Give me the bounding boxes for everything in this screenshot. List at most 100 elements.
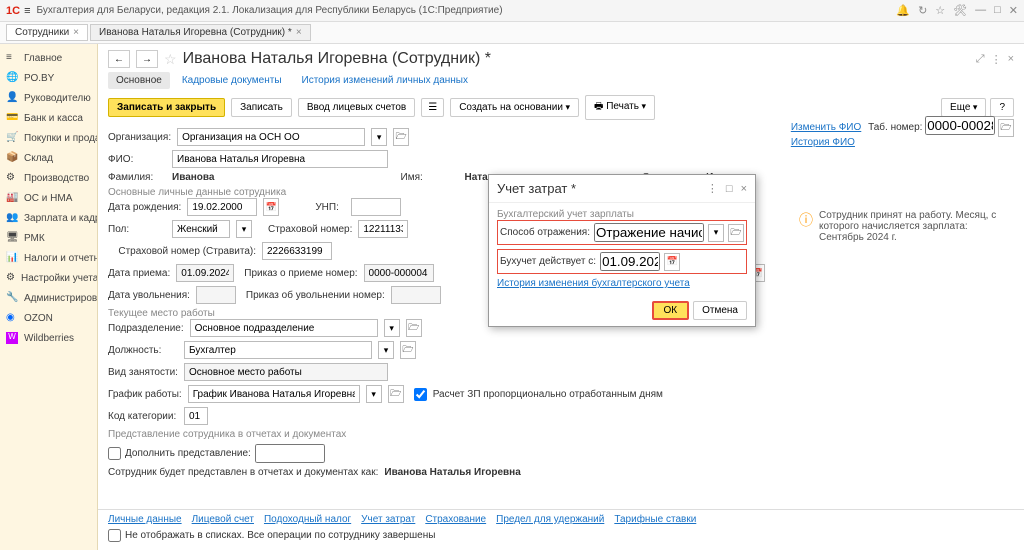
info-box: ⓘ Сотрудник принят на работу. Месяц, с к…: [799, 210, 1014, 243]
nav-roby[interactable]: 🌐РО.BY: [0, 68, 97, 88]
org-select[interactable]: [177, 128, 365, 146]
favorite-icon[interactable]: ☆: [164, 51, 177, 68]
open-icon[interactable]: 🗁: [406, 319, 422, 337]
forward-button[interactable]: →: [136, 50, 158, 68]
dropdown-icon[interactable]: ▾: [378, 341, 394, 359]
dropdown-icon[interactable]: ▾: [708, 224, 724, 242]
sex-select[interactable]: [172, 220, 230, 238]
ok-button[interactable]: ОК: [652, 301, 690, 320]
calendar-icon[interactable]: 📅: [263, 198, 279, 216]
fire-label: Дата увольнения:: [108, 290, 190, 301]
repr-input[interactable]: [255, 444, 325, 463]
dropdown-icon[interactable]: ▾: [384, 319, 400, 337]
nav-main[interactable]: ≡Главное: [0, 48, 97, 68]
nav-prod[interactable]: ⚙Производство: [0, 168, 97, 188]
tab-employees[interactable]: Сотрудники×: [6, 24, 88, 41]
more-button[interactable]: Еще: [941, 98, 986, 117]
hire-order-input[interactable]: [364, 264, 434, 282]
open-icon[interactable]: 🗁: [998, 119, 1014, 137]
hamburger-icon[interactable]: ≡: [24, 5, 30, 17]
nav-hr[interactable]: 👥Зарплата и кадры: [0, 208, 97, 228]
accounts-button[interactable]: Ввод лицевых счетов: [298, 98, 415, 117]
unp-input[interactable]: [351, 198, 401, 216]
change-fio-link[interactable]: Изменить ФИО: [791, 122, 861, 133]
open-icon[interactable]: 🗁: [728, 224, 744, 242]
print-button[interactable]: 🖶 Печать: [585, 95, 655, 120]
create-base-button[interactable]: Создать на основании: [450, 98, 579, 117]
open-icon[interactable]: 🗁: [400, 341, 416, 359]
building-icon: 🏭: [6, 192, 18, 204]
people-icon: 👥: [6, 212, 18, 224]
nav-assets[interactable]: 🏭ОС и НМА: [0, 188, 97, 208]
history-fio-link[interactable]: История ФИО: [791, 137, 855, 148]
history-icon[interactable]: ↻: [918, 4, 927, 17]
cat-input[interactable]: [184, 407, 208, 425]
subtab-history[interactable]: История изменений личных данных: [294, 72, 476, 89]
date-input[interactable]: [600, 252, 660, 271]
open-icon[interactable]: 🗁: [388, 385, 404, 403]
save-close-button[interactable]: Записать и закрыть: [108, 98, 225, 117]
org-dropdown-icon[interactable]: ▾: [371, 128, 387, 146]
footer-rates[interactable]: Тарифные ставки: [614, 514, 696, 525]
subtab-main[interactable]: Основное: [108, 72, 170, 89]
star-icon[interactable]: ☆: [935, 4, 945, 17]
notif-icon[interactable]: 🔔: [896, 4, 910, 17]
ins2-input[interactable]: [262, 242, 332, 260]
list-icon-button[interactable]: ☰: [421, 98, 444, 117]
dialog-close-icon[interactable]: ×: [741, 183, 747, 195]
maximize-icon[interactable]: □: [994, 4, 1001, 17]
help-button[interactable]: ?: [990, 98, 1014, 117]
footer-limits[interactable]: Предел для удержаний: [496, 514, 604, 525]
open-window-icon[interactable]: ⤢: [976, 53, 985, 66]
subtab-docs[interactable]: Кадровые документы: [174, 72, 290, 89]
cancel-button[interactable]: Отмена: [693, 301, 747, 320]
nav-bank[interactable]: 💳Банк и касса: [0, 108, 97, 128]
org-open-icon[interactable]: 🗁: [393, 128, 409, 146]
repr-checkbox[interactable]: [108, 447, 121, 460]
nav-rmk[interactable]: 🖥РМК: [0, 228, 97, 248]
nav-tax[interactable]: 📊Налоги и отчетность: [0, 248, 97, 268]
tab-employee-card[interactable]: Иванова Наталья Игоревна (Сотрудник) *×: [90, 24, 311, 41]
dropdown-icon[interactable]: ▾: [236, 220, 252, 238]
schedule-input[interactable]: [188, 385, 360, 403]
footer-account[interactable]: Лицевой счет: [192, 514, 254, 525]
close-icon[interactable]: ✕: [1009, 4, 1018, 17]
fire-input[interactable]: [196, 286, 236, 304]
tools-icon[interactable]: 🛠: [953, 4, 967, 17]
nav-ozon[interactable]: ◉OZON: [0, 308, 97, 328]
footer-insurance[interactable]: Страхование: [425, 514, 486, 525]
ins-label: Страховой номер:: [268, 224, 352, 235]
options-icon[interactable]: ⋮: [991, 53, 1002, 66]
nav-stock[interactable]: 📦Склад: [0, 148, 97, 168]
dropdown-icon[interactable]: ▾: [366, 385, 382, 403]
tab-close-icon[interactable]: ×: [296, 27, 302, 38]
nav-manager[interactable]: 👤Руководителю: [0, 88, 97, 108]
minimize-icon[interactable]: —: [975, 4, 986, 17]
calendar-icon[interactable]: 📅: [664, 253, 680, 271]
dialog-history-link[interactable]: История изменения бухгалтерского учета: [497, 278, 690, 289]
nav-wb[interactable]: WWildberries: [0, 328, 97, 348]
birth-input[interactable]: [187, 198, 257, 216]
pos-input[interactable]: [184, 341, 372, 359]
nav-admin[interactable]: 🔧Администрирование: [0, 288, 97, 308]
page-close-icon[interactable]: ×: [1008, 53, 1014, 66]
back-button[interactable]: ←: [108, 50, 130, 68]
dept-input[interactable]: [190, 319, 378, 337]
fire-order-input[interactable]: [391, 286, 441, 304]
tab-close-icon[interactable]: ×: [73, 27, 79, 38]
save-button[interactable]: Записать: [231, 98, 292, 117]
fio-input[interactable]: [172, 150, 388, 168]
nav-settings[interactable]: ⚙Настройки учета: [0, 268, 97, 288]
nav-trade[interactable]: 🛒Покупки и продажи: [0, 128, 97, 148]
info-icon: ⓘ: [799, 210, 813, 243]
footer-tax[interactable]: Подоходный налог: [264, 514, 351, 525]
footer-personal[interactable]: Личные данные: [108, 514, 182, 525]
hire-input[interactable]: [176, 264, 234, 282]
dialog-options-icon[interactable]: ⋮: [707, 182, 718, 195]
mode-input[interactable]: [594, 223, 704, 242]
footer-costs[interactable]: Учет затрат: [361, 514, 415, 525]
hide-checkbox[interactable]: [108, 529, 121, 542]
ins-input[interactable]: [358, 220, 408, 238]
dialog-max-icon[interactable]: □: [726, 183, 733, 195]
schedule-checkbox[interactable]: [414, 388, 427, 401]
